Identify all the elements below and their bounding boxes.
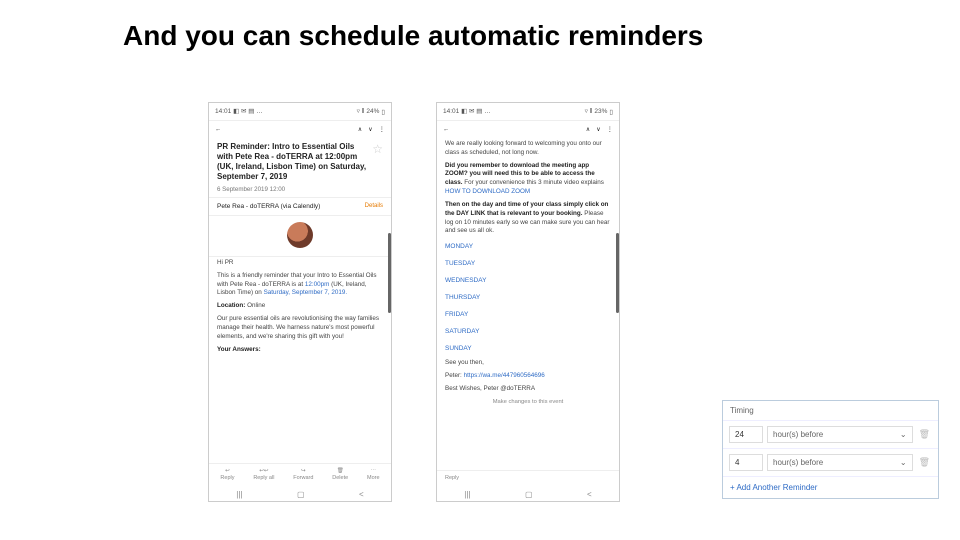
reminder-row-2: 4 hour(s) before ⌄ 🗑 xyxy=(723,449,938,477)
phone-screenshot-1: 14:01 ◧ ✉ ▤ … ▿ ⫴ 24% ▯ ← ∧ ∨ ⋮ PR Remin… xyxy=(208,102,392,502)
phone-screenshot-2: 14:01 ◧ ✉ ▤ … ▿ ⫴ 23% ▯ ← ∧ ∨ ⋮ We are r… xyxy=(436,102,620,502)
details-link[interactable]: Details xyxy=(365,203,383,210)
daylink-paragraph: Then on the day and time of your class s… xyxy=(437,199,619,238)
intro-paragraph: We are really looking forward to welcomi… xyxy=(437,138,619,160)
add-reminder-link[interactable]: + Add Another Reminder xyxy=(723,477,938,498)
delete-reminder-icon[interactable]: 🗑 xyxy=(917,429,932,440)
status-signal: ▿ ⫴ xyxy=(357,107,365,116)
email-action-bar: Reply xyxy=(437,470,619,485)
prev-icon[interactable]: ∧ xyxy=(586,126,591,133)
forward-button[interactable]: ↪Forward xyxy=(293,468,313,481)
replyall-button[interactable]: ↩↩Reply all xyxy=(253,468,274,481)
day-friday[interactable]: FRIDAY xyxy=(437,306,619,323)
timing-header: Timing xyxy=(723,401,938,421)
android-softkeys: ||| ▢ < xyxy=(209,487,391,501)
pitch-paragraph: Our pure essential oils are revolutionis… xyxy=(209,313,391,343)
status-time: 14:01 xyxy=(215,108,231,115)
android-softkeys: ||| ▢ < xyxy=(437,487,619,501)
back-icon[interactable]: ← xyxy=(215,126,221,133)
avatar xyxy=(287,222,313,248)
scrollbar[interactable] xyxy=(388,233,391,313)
status-battery: 24% xyxy=(366,108,379,115)
chevron-down-icon: ⌄ xyxy=(900,458,907,467)
reminder-paragraph: This is a friendly reminder that your In… xyxy=(209,270,391,300)
home-icon[interactable]: ▢ xyxy=(297,490,305,499)
back-icon[interactable]: ← xyxy=(443,126,449,133)
best-wishes: Best Wishes, Peter @doTERRA xyxy=(437,383,619,396)
next-icon[interactable]: ∨ xyxy=(368,126,373,133)
reminder-amount-input[interactable]: 24 xyxy=(729,426,763,443)
delete-reminder-icon[interactable]: 🗑 xyxy=(917,457,932,468)
delete-button[interactable]: 🗑Delete xyxy=(332,468,348,481)
greeting: Hi PR xyxy=(209,257,391,270)
reminder-unit-select[interactable]: hour(s) before ⌄ xyxy=(767,454,913,471)
day-saturday[interactable]: SATURDAY xyxy=(437,323,619,340)
signature-line: Peter: https://wa.me/447960564696 xyxy=(437,370,619,383)
zoom-paragraph: Did you remember to download the meeting… xyxy=(437,160,619,199)
location-line: Location: Online xyxy=(209,300,391,313)
recents-icon[interactable]: ||| xyxy=(464,490,470,499)
more-icon[interactable]: ⋮ xyxy=(607,126,613,133)
timing-panel: Timing 24 hour(s) before ⌄ 🗑 4 hour(s) b… xyxy=(722,400,939,499)
more-button[interactable]: ⋯More xyxy=(367,468,380,481)
chevron-down-icon: ⌄ xyxy=(900,430,907,439)
reply-button[interactable]: Reply xyxy=(439,475,617,481)
email-action-bar: ↩Reply ↩↩Reply all ↪Forward 🗑Delete ⋯Mor… xyxy=(209,463,391,485)
reminder-unit-select[interactable]: hour(s) before ⌄ xyxy=(767,426,913,443)
answers-heading: Your Answers: xyxy=(209,344,391,357)
prev-icon[interactable]: ∧ xyxy=(358,126,363,133)
day-tuesday[interactable]: TUESDAY xyxy=(437,255,619,272)
email-toolbar: ← ∧ ∨ ⋮ xyxy=(437,121,619,138)
reply-button[interactable]: ↩Reply xyxy=(220,468,234,481)
status-battery: 23% xyxy=(594,108,607,115)
status-signal: ▿ ⫴ xyxy=(585,107,593,116)
reminder-row-1: 24 hour(s) before ⌄ 🗑 xyxy=(723,421,938,449)
email-toolbar: ← ∧ ∨ ⋮ xyxy=(209,121,391,138)
status-icons: ◧ ✉ ▤ … xyxy=(233,108,263,115)
page-title: And you can schedule automatic reminders xyxy=(123,20,703,52)
recents-icon[interactable]: ||| xyxy=(236,490,242,499)
more-icon[interactable]: ⋮ xyxy=(379,126,385,133)
status-icons: ◧ ✉ ▤ … xyxy=(461,108,491,115)
status-time: 14:01 xyxy=(443,108,459,115)
day-monday[interactable]: MONDAY xyxy=(437,238,619,255)
star-icon[interactable]: ☆ xyxy=(372,142,383,182)
scrollbar[interactable] xyxy=(616,233,619,313)
day-wednesday[interactable]: WEDNESDAY xyxy=(437,272,619,289)
email-sender: Pete Rea - doTERRA (via Calendly) xyxy=(217,203,320,210)
back-softkey-icon[interactable]: < xyxy=(359,490,364,499)
see-you: See you then, xyxy=(437,357,619,370)
email-date: 6 September 2019 12:00 xyxy=(209,186,391,197)
next-icon[interactable]: ∨ xyxy=(596,126,601,133)
event-footer[interactable]: Make changes to this event xyxy=(437,396,619,408)
status-bar: 14:01 ◧ ✉ ▤ … ▿ ⫴ 23% ▯ xyxy=(437,103,619,121)
day-sunday[interactable]: SUNDAY xyxy=(437,340,619,357)
back-softkey-icon[interactable]: < xyxy=(587,490,592,499)
home-icon[interactable]: ▢ xyxy=(525,490,533,499)
day-thursday[interactable]: THURSDAY xyxy=(437,289,619,306)
email-subject: PR Reminder: Intro to Essential Oils wit… xyxy=(217,142,366,182)
status-bar: 14:01 ◧ ✉ ▤ … ▿ ⫴ 24% ▯ xyxy=(209,103,391,121)
reminder-amount-input[interactable]: 4 xyxy=(729,454,763,471)
